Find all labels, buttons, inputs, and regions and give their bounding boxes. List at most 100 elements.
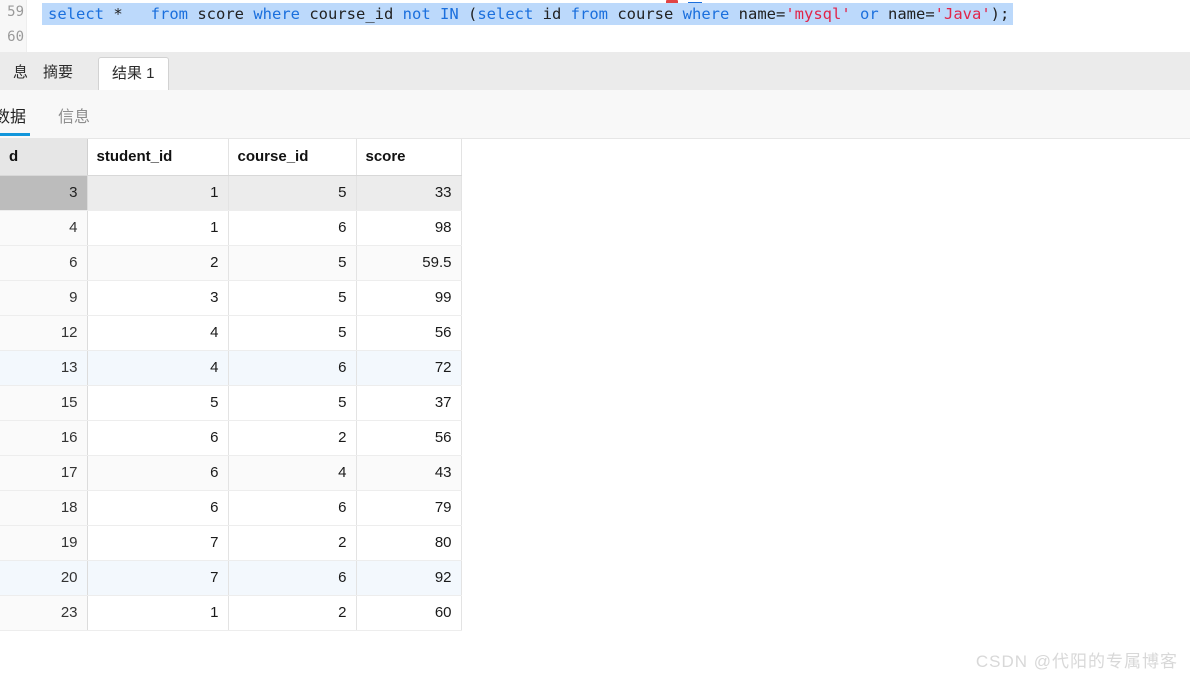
cell-student-id[interactable]: 4 <box>87 315 229 351</box>
cell-course-id[interactable]: 2 <box>228 595 357 631</box>
cell-course-id[interactable]: 5 <box>228 245 357 281</box>
column-header-student-id[interactable]: student_id <box>87 139 229 176</box>
column-header-course-id[interactable]: course_id <box>228 139 357 176</box>
cell-id[interactable]: 23 <box>0 595 88 631</box>
cell-id[interactable]: 9 <box>0 280 88 316</box>
cell-id[interactable]: 4 <box>0 210 88 246</box>
sql-token: name= <box>878 5 935 23</box>
column-header-score[interactable]: score <box>356 139 462 176</box>
header-row: d student_id course_id score <box>0 139 462 176</box>
cell-course-id[interactable]: 4 <box>228 455 357 491</box>
column-header-id[interactable]: d <box>0 139 88 176</box>
cell-score[interactable]: 72 <box>356 350 462 386</box>
cell-student-id[interactable]: 2 <box>87 245 229 281</box>
cell-course-id[interactable]: 6 <box>228 560 357 596</box>
cell-student-id[interactable]: 1 <box>87 595 229 631</box>
table-row[interactable]: 12 4 5 56 <box>0 315 462 351</box>
table-row[interactable]: 20 7 6 92 <box>0 560 462 596</box>
sql-token: or <box>860 5 879 23</box>
result-subtab-0[interactable]: 数据 <box>0 103 26 127</box>
sql-token: score <box>188 5 254 23</box>
cell-score[interactable]: 59.5 <box>356 245 462 281</box>
sql-token: select <box>477 5 534 23</box>
cell-score[interactable]: 60 <box>356 595 462 631</box>
sql-token: id <box>533 5 571 23</box>
result-subtab-bar: 数据 信息 <box>0 90 1190 139</box>
cell-id[interactable]: 13 <box>0 350 88 386</box>
cell-course-id[interactable]: 5 <box>228 175 357 211</box>
table-row[interactable]: 4 1 6 98 <box>0 210 462 246</box>
sql-token: from <box>132 5 188 23</box>
cell-id[interactable]: 16 <box>0 420 88 456</box>
table-row[interactable]: 9 3 5 99 <box>0 280 462 316</box>
cell-score[interactable]: 79 <box>356 490 462 526</box>
cell-course-id[interactable]: 2 <box>228 420 357 456</box>
table-row[interactable]: 18 6 6 79 <box>0 490 462 526</box>
cell-student-id[interactable]: 5 <box>87 385 229 421</box>
cell-id[interactable]: 12 <box>0 315 88 351</box>
cell-student-id[interactable]: 7 <box>87 560 229 596</box>
line-number: 60 <box>7 29 24 45</box>
result-subtab-1[interactable]: 信息 <box>58 103 90 127</box>
cell-student-id[interactable]: 7 <box>87 525 229 561</box>
cell-student-id[interactable]: 3 <box>87 280 229 316</box>
cell-course-id[interactable]: 6 <box>228 490 357 526</box>
table-row[interactable]: 17 6 4 43 <box>0 455 462 491</box>
sql-token: 'Java' <box>934 5 991 23</box>
cell-student-id[interactable]: 6 <box>87 420 229 456</box>
cell-score[interactable]: 99 <box>356 280 462 316</box>
cell-course-id[interactable]: 2 <box>228 525 357 561</box>
cell-score[interactable]: 43 <box>356 455 462 491</box>
table-row[interactable]: 3 1 5 33 <box>0 175 462 211</box>
cell-score[interactable]: 56 <box>356 315 462 351</box>
cell-student-id[interactable]: 1 <box>87 175 229 211</box>
cell-score[interactable]: 92 <box>356 560 462 596</box>
result-grid-header: d student_id course_id score <box>0 139 462 176</box>
table-row[interactable]: 19 7 2 80 <box>0 525 462 561</box>
sql-token: IN <box>440 5 459 23</box>
cell-id[interactable]: 20 <box>0 560 88 596</box>
cell-course-id[interactable]: 6 <box>228 210 357 246</box>
cell-id[interactable]: 17 <box>0 455 88 491</box>
sql-token: course <box>608 5 683 23</box>
cell-course-id[interactable]: 5 <box>228 315 357 351</box>
cell-id[interactable]: 3 <box>0 175 88 211</box>
sql-statement-line[interactable]: select * from score where course_id not … <box>42 3 1014 25</box>
cell-student-id[interactable]: 1 <box>87 210 229 246</box>
cell-score[interactable]: 56 <box>356 420 462 456</box>
table-row[interactable]: 6 2 5 59.5 <box>0 245 462 281</box>
sql-token: where <box>682 5 730 23</box>
cell-student-id[interactable]: 6 <box>87 490 229 526</box>
table-row[interactable]: 15 5 5 37 <box>0 385 462 421</box>
cell-score[interactable]: 80 <box>356 525 462 561</box>
sql-token: course_id <box>300 5 403 23</box>
cell-id[interactable]: 15 <box>0 385 88 421</box>
table-row[interactable]: 23 1 2 60 <box>0 595 462 631</box>
sql-token: ( <box>458 5 478 23</box>
sql-token: from <box>570 5 608 23</box>
table-row[interactable]: 13 4 6 72 <box>0 350 462 386</box>
table-row[interactable]: 16 6 2 56 <box>0 420 462 456</box>
cell-course-id[interactable]: 5 <box>228 385 357 421</box>
cell-score[interactable]: 37 <box>356 385 462 421</box>
cell-score[interactable]: 98 <box>356 210 462 246</box>
sql-token: ); <box>990 5 1010 23</box>
sql-editor[interactable]: 59 60 select * from score where course_i… <box>0 0 1190 52</box>
cell-student-id[interactable]: 4 <box>87 350 229 386</box>
result-tab-1[interactable]: 摘要 <box>30 57 86 90</box>
line-number: 59 <box>7 4 24 20</box>
cell-student-id[interactable]: 6 <box>87 455 229 491</box>
result-tab-strip: 息摘要 结果 1 <box>0 52 1190 91</box>
result-tab-2[interactable]: 结果 1 <box>98 57 169 91</box>
cell-id[interactable]: 18 <box>0 490 88 526</box>
cell-score[interactable]: 33 <box>356 175 462 211</box>
result-grid[interactable]: d student_id course_id score 3 1 5 33 4 1 6 98 6… <box>0 139 462 631</box>
cell-id[interactable]: 6 <box>0 245 88 281</box>
cell-course-id[interactable]: 6 <box>228 350 357 386</box>
cell-id[interactable]: 19 <box>0 525 88 561</box>
editor-line-number-gutter: 59 60 <box>0 0 27 52</box>
cell-course-id[interactable]: 5 <box>228 280 357 316</box>
sql-token: not <box>402 5 431 23</box>
